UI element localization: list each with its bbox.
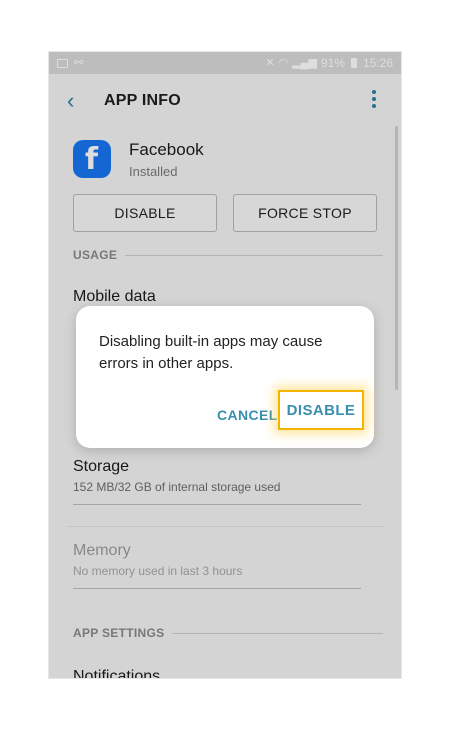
disable-confirm-dialog: Disabling built-in apps may cause errors… (76, 306, 374, 448)
dialog-cancel-button[interactable]: CANCEL (217, 407, 278, 423)
dialog-message: Disabling built-in apps may cause errors… (99, 333, 323, 372)
phone-screen: ⚯ ✕ ◠ ▂▄▆ 91% 15:26 ‹ APP INFO Facebook … (49, 52, 401, 678)
dialog-disable-button[interactable]: DISABLE (278, 390, 364, 430)
dialog-disable-label: DISABLE (286, 401, 356, 419)
